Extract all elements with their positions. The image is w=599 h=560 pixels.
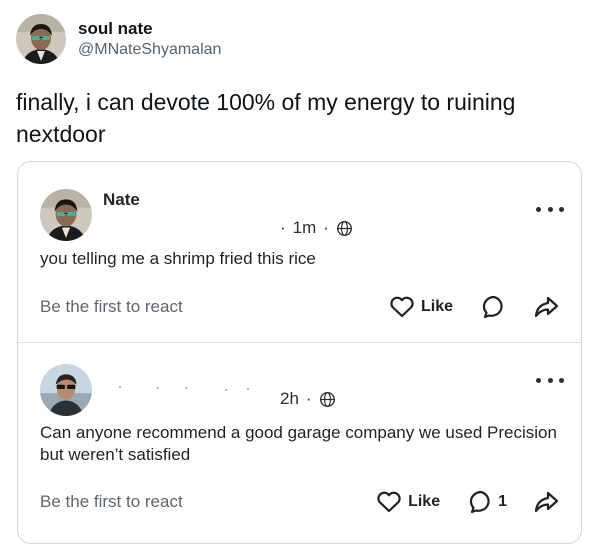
reply-button[interactable]: 1: [468, 489, 507, 515]
tweet-author-name[interactable]: soul nate: [78, 18, 221, 39]
like-label: Like: [408, 493, 441, 510]
reply-button[interactable]: [481, 294, 507, 320]
globe-icon: [319, 391, 335, 407]
post-time: 2h: [280, 389, 299, 408]
reaction-row: Be the first to react Like: [40, 292, 559, 322]
meta-separator: ·: [323, 218, 329, 237]
post-author-name[interactable]: Nate: [103, 190, 140, 210]
post-meta: 2h ·: [280, 389, 336, 409]
globe-icon: [336, 220, 352, 236]
more-dots-icon[interactable]: [536, 204, 564, 214]
share-button[interactable]: [533, 490, 559, 514]
reply-count: 1: [498, 493, 507, 510]
share-arrow-icon: [534, 296, 559, 318]
tweet-author-avatar[interactable]: [16, 14, 66, 64]
like-button[interactable]: Like: [376, 490, 440, 514]
embedded-screenshot: Nate · 1m · you telling me a shrimp frie…: [17, 161, 582, 544]
tweet-header: soul nate @MNateShyamalan: [16, 14, 221, 64]
meta-dot: ·: [280, 218, 286, 237]
post-card: 2h · Can anyone recommend a good garage …: [18, 344, 581, 543]
react-prompt[interactable]: Be the first to react: [40, 492, 376, 512]
speech-bubble-icon: [469, 490, 490, 514]
tweet-text: finally, i can devote 100% of my energy …: [16, 89, 516, 147]
heart-icon: [377, 491, 401, 513]
reaction-row: Be the first to react Like 1: [40, 487, 559, 517]
react-prompt[interactable]: Be the first to react: [40, 297, 389, 317]
post-body: you telling me a shrimp fried this rice: [40, 249, 316, 268]
share-arrow-icon: [534, 491, 559, 513]
share-button[interactable]: [533, 295, 559, 319]
more-dots-icon[interactable]: [536, 375, 564, 385]
post-body: Can anyone recommend a good garage compa…: [40, 423, 557, 464]
post-author-avatar[interactable]: [40, 189, 92, 241]
meta-separator: ·: [305, 389, 312, 408]
heart-icon: [390, 296, 414, 318]
redacted-name: [119, 386, 249, 391]
like-label: Like: [420, 298, 453, 315]
like-button[interactable]: Like: [389, 295, 453, 319]
tweet-author-handle[interactable]: @MNateShyamalan: [78, 39, 221, 61]
post-time: 1m: [292, 218, 317, 237]
post-card: Nate · 1m · you telling me a shrimp frie…: [18, 162, 581, 343]
speech-bubble-icon: [482, 295, 503, 319]
post-author-avatar[interactable]: [40, 364, 92, 416]
post-meta: · 1m ·: [280, 218, 353, 238]
